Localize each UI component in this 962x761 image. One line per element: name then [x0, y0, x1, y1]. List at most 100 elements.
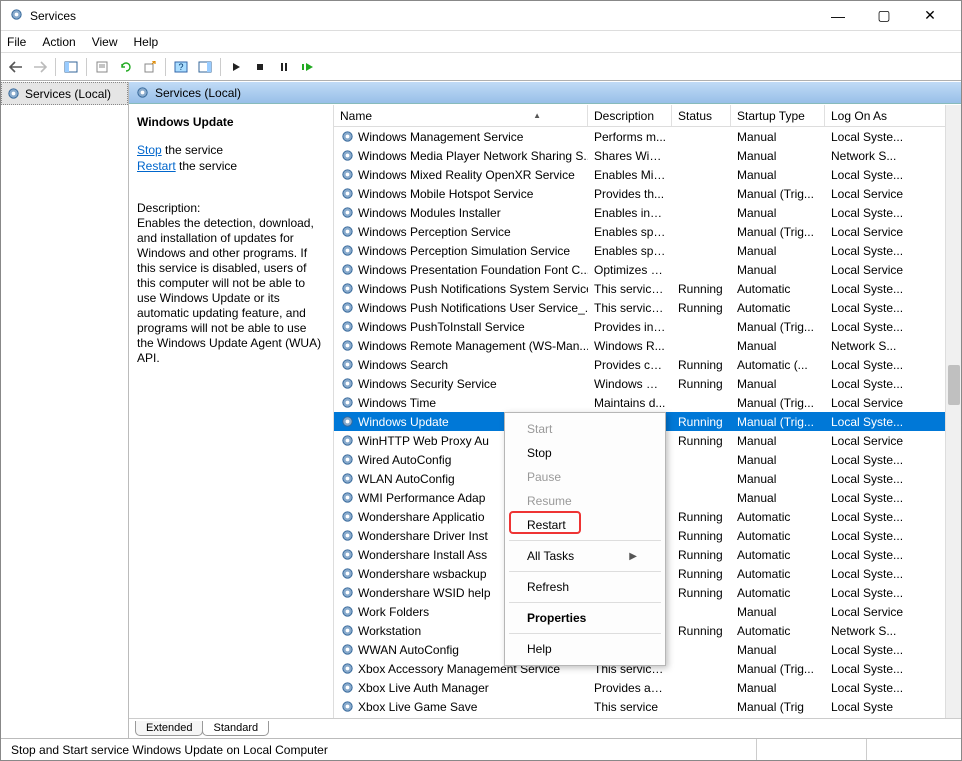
service-row[interactable]: Windows Media Player Network Sharing S..…: [334, 146, 961, 165]
service-status: Running: [672, 301, 731, 315]
service-name-cell: Windows Mixed Reality OpenXR Service: [334, 167, 588, 182]
service-status: Running: [672, 586, 731, 600]
service-logon: Network S...: [825, 624, 961, 638]
maximize-button[interactable]: ▢: [861, 1, 907, 30]
start-service-button[interactable]: [225, 56, 247, 78]
tree-root-services-local[interactable]: Services (Local): [1, 82, 128, 105]
service-row[interactable]: Windows PushToInstall ServiceProvides in…: [334, 317, 961, 336]
close-button[interactable]: ✕: [907, 1, 953, 30]
service-logon: Local Syste...: [825, 320, 961, 334]
forward-button[interactable]: [29, 56, 51, 78]
service-startup: Manual: [731, 206, 825, 220]
service-startup: Manual: [731, 339, 825, 353]
service-name-cell: Wondershare Driver Inst: [334, 528, 504, 543]
window-title: Services: [30, 9, 815, 23]
export-button[interactable]: [139, 56, 161, 78]
service-row[interactable]: Xbox Live Game SaveThis serviceManual (T…: [334, 697, 961, 716]
context-item-stop[interactable]: Stop: [507, 441, 663, 465]
service-status: Running: [672, 624, 731, 638]
service-logon: Local Syste...: [825, 244, 961, 258]
stop-link[interactable]: Stop: [137, 143, 162, 157]
service-row[interactable]: Windows Presentation Foundation Font C..…: [334, 260, 961, 279]
service-name-cell: Windows Push Notifications User Service_…: [334, 300, 588, 315]
context-item-properties[interactable]: Properties: [507, 606, 663, 630]
service-name-cell: Windows Push Notifications System Servic…: [334, 281, 588, 296]
service-status: Running: [672, 529, 731, 543]
service-logon: Local Syste...: [825, 358, 961, 372]
service-name: Windows Modules Installer: [358, 206, 501, 220]
menu-view[interactable]: View: [92, 35, 118, 49]
service-logon: Local Syste: [825, 700, 961, 714]
service-row[interactable]: Windows Perception Simulation ServiceEna…: [334, 241, 961, 260]
scroll-thumb[interactable]: [948, 365, 960, 405]
service-name: Windows Search: [358, 358, 448, 372]
service-description: Maintains d...: [588, 396, 672, 410]
properties-button[interactable]: [91, 56, 113, 78]
service-logon: Local Service: [825, 187, 961, 201]
service-description: Provides au...: [588, 681, 672, 695]
col-header-status[interactable]: Status: [672, 105, 731, 126]
service-row[interactable]: Xbox Live Auth ManagerProvides au...Manu…: [334, 678, 961, 697]
service-startup: Manual (Trig...: [731, 662, 825, 676]
service-description: Provides th...: [588, 187, 672, 201]
service-name: WinHTTP Web Proxy Au: [358, 434, 489, 448]
service-row[interactable]: Windows SearchProvides co...RunningAutom…: [334, 355, 961, 374]
context-item-help[interactable]: Help: [507, 637, 663, 661]
vertical-scrollbar[interactable]: [945, 105, 961, 718]
service-logon: Local Syste...: [825, 548, 961, 562]
col-header-startup[interactable]: Startup Type: [731, 105, 825, 126]
service-row[interactable]: Windows Remote Management (WS-Man...Wind…: [334, 336, 961, 355]
service-startup: Manual: [731, 681, 825, 695]
toolbar: ?: [1, 53, 961, 81]
service-name-cell: Windows Modules Installer: [334, 205, 588, 220]
tab-extended[interactable]: Extended: [135, 721, 203, 736]
service-name: Windows Perception Service: [358, 225, 511, 239]
service-startup: Manual (Trig...: [731, 225, 825, 239]
view-tabs: Extended Standard: [129, 718, 961, 738]
tab-standard[interactable]: Standard: [202, 721, 269, 736]
minimize-button[interactable]: —: [815, 1, 861, 30]
service-row[interactable]: Windows Push Notifications System Servic…: [334, 279, 961, 298]
service-name: Wondershare WSID help: [358, 586, 491, 600]
service-row[interactable]: Windows Perception ServiceEnables spa...…: [334, 222, 961, 241]
stop-service-button[interactable]: [249, 56, 271, 78]
service-row[interactable]: Windows Mixed Reality OpenXR ServiceEnab…: [334, 165, 961, 184]
service-row[interactable]: Windows Push Notifications User Service_…: [334, 298, 961, 317]
context-item-restart[interactable]: Restart: [507, 513, 663, 537]
context-item-label: All Tasks: [527, 549, 574, 563]
context-item-refresh[interactable]: Refresh: [507, 575, 663, 599]
show-hide-action-pane-button[interactable]: [194, 56, 216, 78]
menu-file[interactable]: File: [7, 35, 26, 49]
service-startup: Manual: [731, 491, 825, 505]
service-logon: Local Service: [825, 263, 961, 277]
context-menu: StartStopPauseResumeRestartAll Tasks▶Ref…: [504, 412, 666, 666]
refresh-button[interactable]: [115, 56, 137, 78]
restart-link[interactable]: Restart: [137, 159, 176, 173]
menu-action[interactable]: Action: [42, 35, 75, 49]
col-header-name[interactable]: Name▲: [334, 105, 588, 126]
service-logon: Local Syste...: [825, 168, 961, 182]
service-row[interactable]: Windows TimeMaintains d...Manual (Trig..…: [334, 393, 961, 412]
service-name-cell: Windows Remote Management (WS-Man...: [334, 338, 588, 353]
context-item-label: Start: [527, 422, 552, 436]
context-item-all-tasks[interactable]: All Tasks▶: [507, 544, 663, 568]
restart-service-button[interactable]: [297, 56, 319, 78]
service-startup: Manual: [731, 377, 825, 391]
context-separator: [509, 540, 661, 541]
back-button[interactable]: [5, 56, 27, 78]
service-row[interactable]: Windows Management ServicePerforms m...M…: [334, 127, 961, 146]
service-logon: Local Service: [825, 434, 961, 448]
service-name-cell: Work Folders: [334, 604, 504, 619]
service-row[interactable]: Windows Security ServiceWindows Se...Run…: [334, 374, 961, 393]
context-separator: [509, 602, 661, 603]
col-header-description[interactable]: Description: [588, 105, 672, 126]
pause-service-button[interactable]: [273, 56, 295, 78]
service-name: Xbox Live Game Save: [358, 700, 477, 714]
service-row[interactable]: Windows Modules InstallerEnables inst...…: [334, 203, 961, 222]
service-row[interactable]: Windows Mobile Hotspot ServiceProvides t…: [334, 184, 961, 203]
col-header-logon[interactable]: Log On As: [825, 105, 961, 126]
show-hide-tree-button[interactable]: [60, 56, 82, 78]
service-startup: Automatic: [731, 301, 825, 315]
menu-help[interactable]: Help: [134, 35, 159, 49]
help-button[interactable]: ?: [170, 56, 192, 78]
